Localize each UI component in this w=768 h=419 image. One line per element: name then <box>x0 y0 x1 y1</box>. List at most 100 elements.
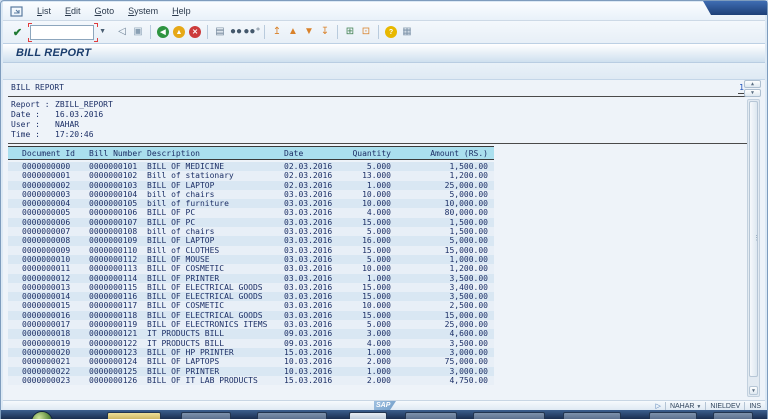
table-cell: 0000000012 <box>22 273 71 283</box>
table-row[interactable]: 0000000014 0000000116 BILL OF ELECTRICAL G… <box>8 292 494 302</box>
table-row[interactable]: 0000000018 0000000121 IT PRODUCTS BILL 09.0… <box>8 329 494 339</box>
table-cell: 25,000.00 <box>444 320 488 330</box>
table-row[interactable]: 0000000011 0000000113 BILL OF COSMETIC 03.0… <box>8 264 494 274</box>
table-row[interactable]: 0000000005 0000000106 BILL OF PC 03.03.2016… <box>8 208 494 218</box>
table-row[interactable]: 0000000000 0000000101 BILL OF MEDICINE 02.0… <box>8 162 494 172</box>
table-row[interactable]: 0000000022 0000000125 BILL OF PRINTER 10.03… <box>8 366 494 376</box>
menu-item-system[interactable]: System <box>121 4 165 18</box>
start-button-icon[interactable] <box>31 411 53 419</box>
back-icon: ◀ <box>157 26 169 38</box>
table-cell: 0000000001 <box>22 171 71 181</box>
new-session-icon[interactable]: ⊞ <box>343 25 357 39</box>
command-dropdown-icon[interactable]: ▼ <box>99 28 106 35</box>
command-input[interactable] <box>30 24 94 40</box>
last-page-icon[interactable]: ↧ <box>318 25 332 39</box>
taskbar-button[interactable] <box>405 412 457 419</box>
table-cell: 2.000 <box>366 357 391 367</box>
table-row[interactable]: 0000000003 0000000104 bill of chairs 03.03.… <box>8 189 494 200</box>
menu-item-goto[interactable]: Goto <box>88 4 122 18</box>
back-icon[interactable]: ◀ <box>156 25 170 39</box>
table-cell: BILL OF ELECTRICAL GOODS <box>147 310 263 320</box>
table-row[interactable]: 0000000002 0000000103 BILL OF LAPTOP 02.03.… <box>8 180 494 190</box>
cancel-icon[interactable]: ✕ <box>188 25 202 39</box>
continue-icon[interactable]: ◁ <box>115 25 129 39</box>
taskbar-button[interactable] <box>563 412 621 419</box>
vertical-scrollbar[interactable]: ▼ <box>747 99 760 397</box>
table-cell: 16.000 <box>362 236 391 246</box>
taskbar-button[interactable] <box>473 412 545 419</box>
table-row[interactable]: 0000000016 0000000118 BILL OF ELECTRICAL G… <box>8 310 494 321</box>
table-cell: 0000000022 <box>22 366 71 376</box>
page-down-icon[interactable]: ▼ <box>302 25 316 39</box>
table-cell: 0000000004 <box>22 199 71 209</box>
table-row[interactable]: 0000000006 0000000107 BILL OF PC 03.03.2016… <box>8 217 494 228</box>
table-row[interactable]: 0000000008 0000000109 BILL OF LAPTOP 03.03.… <box>8 236 494 246</box>
table-cell: 0000000002 <box>22 180 71 190</box>
table-row[interactable]: 0000000019 0000000122 IT PRODUCTS BILL 09.0… <box>8 338 494 348</box>
find-icon[interactable]: ●● <box>229 25 243 39</box>
save-icon[interactable]: ▣ <box>131 25 145 39</box>
scrollbar-down-arrow[interactable]: ▼ <box>749 386 758 395</box>
table-row[interactable]: 0000000012 0000000114 BILL OF PRINTER 03.03… <box>8 273 494 283</box>
table-row[interactable]: 0000000013 0000000115 BILL OF ELECTRICAL G… <box>8 282 494 293</box>
table-cell: 80,000.00 <box>444 208 488 218</box>
enter-icon[interactable]: ✔ <box>10 25 25 40</box>
taskbar-button[interactable] <box>181 412 231 419</box>
find-next-icon[interactable]: ●●⁺ <box>243 25 260 39</box>
table-row[interactable]: 0000000009 0000000110 Bill of CLOTHES 03.03… <box>8 245 494 255</box>
table-cell: BILL OF ELECTRONICS ITEMS <box>147 320 268 330</box>
taskbar-button[interactable] <box>713 412 753 419</box>
table-row[interactable]: 0000000010 0000000112 BILL OF MOUSE 03.03.2… <box>8 254 494 265</box>
taskbar-button[interactable] <box>107 412 161 419</box>
taskbar-button[interactable] <box>649 412 697 419</box>
table-row[interactable]: 0000000020 0000000123 BILL OF HP PRINTER 15… <box>8 347 494 358</box>
first-page-icon[interactable]: ↥ <box>270 25 284 39</box>
page-up-icon[interactable]: ▲ <box>286 25 300 39</box>
table-row[interactable]: 0000000001 0000000102 Bill of stationary 02… <box>8 171 494 181</box>
menubar: List Edit Goto System Help <box>3 2 765 21</box>
customize-layout-icon[interactable]: ▦ <box>400 25 414 39</box>
table-cell: 1.000 <box>366 347 391 357</box>
table-row[interactable]: 0000000004 0000000105 bill of furniture 03.… <box>8 199 494 209</box>
table-cell: 1,500.00 <box>449 227 488 237</box>
table-cell: 1,000.00 <box>449 254 488 264</box>
table-cell: 0000000107 <box>89 217 138 227</box>
table-cell: 10.000 <box>362 264 391 274</box>
menu-item-list[interactable]: List <box>30 4 58 18</box>
report-info-value: ZBILL_REPORT <box>55 100 113 109</box>
status-user[interactable]: NAHAR ▼ <box>670 403 701 410</box>
status-expand-icon[interactable]: ▷ <box>656 402 661 410</box>
menu-item-edit[interactable]: Edit <box>58 4 88 18</box>
table-cell: 0000000023 <box>22 375 71 385</box>
table-row[interactable]: 0000000017 0000000119 BILL OF ELECTRONICS … <box>8 320 494 330</box>
menu-item-help[interactable]: Help <box>165 4 198 18</box>
table-row[interactable]: 0000000015 0000000117 BILL OF COSMETIC 03.0… <box>8 301 494 311</box>
focus-corner <box>28 22 32 27</box>
taskbar-button[interactable] <box>349 412 387 419</box>
taskbar-button[interactable] <box>257 412 327 419</box>
table-row[interactable]: 0000000023 0000000126 BILL OF IT LAB PRODU… <box>8 375 494 386</box>
scroll-up-button[interactable]: ▲ <box>744 80 761 88</box>
scroll-down-button[interactable]: ▼ <box>744 89 761 97</box>
create-shortcut-icon[interactable]: ⊡ <box>359 25 373 39</box>
table-cell: 0000000003 <box>22 189 71 199</box>
report-info-line: Report : ZBILL_REPORT <box>11 100 113 110</box>
table-row[interactable]: 0000000021 0000000124 BILL OF LAPTOPS 10.03… <box>8 357 494 367</box>
table-row[interactable]: 0000000007 0000000108 bill of chairs 03.03.… <box>8 227 494 237</box>
scrollbar-thumb[interactable] <box>749 101 760 377</box>
toolbar-separator <box>378 25 379 39</box>
help-icon[interactable]: ? <box>384 25 398 39</box>
report-info-value: NAHAR <box>55 120 80 129</box>
table-body: 0000000000 0000000101 BILL OF MEDICINE 02.0… <box>8 162 494 386</box>
table-cell: 0000000104 <box>89 189 138 199</box>
table-cell: 10.000 <box>362 189 391 199</box>
system-menu-icon[interactable] <box>10 5 24 17</box>
divider <box>744 402 746 410</box>
print-icon[interactable]: ▤ <box>213 25 227 39</box>
exit-icon[interactable]: ▲ <box>172 25 186 39</box>
table-cell: BILL OF HP PRINTER <box>147 347 234 357</box>
report-info-label: Report : <box>11 100 50 109</box>
table-cell: 0000000005 <box>22 208 71 218</box>
table-cell: 0000000105 <box>89 199 138 209</box>
table-cell: BILL OF PC <box>147 208 196 218</box>
